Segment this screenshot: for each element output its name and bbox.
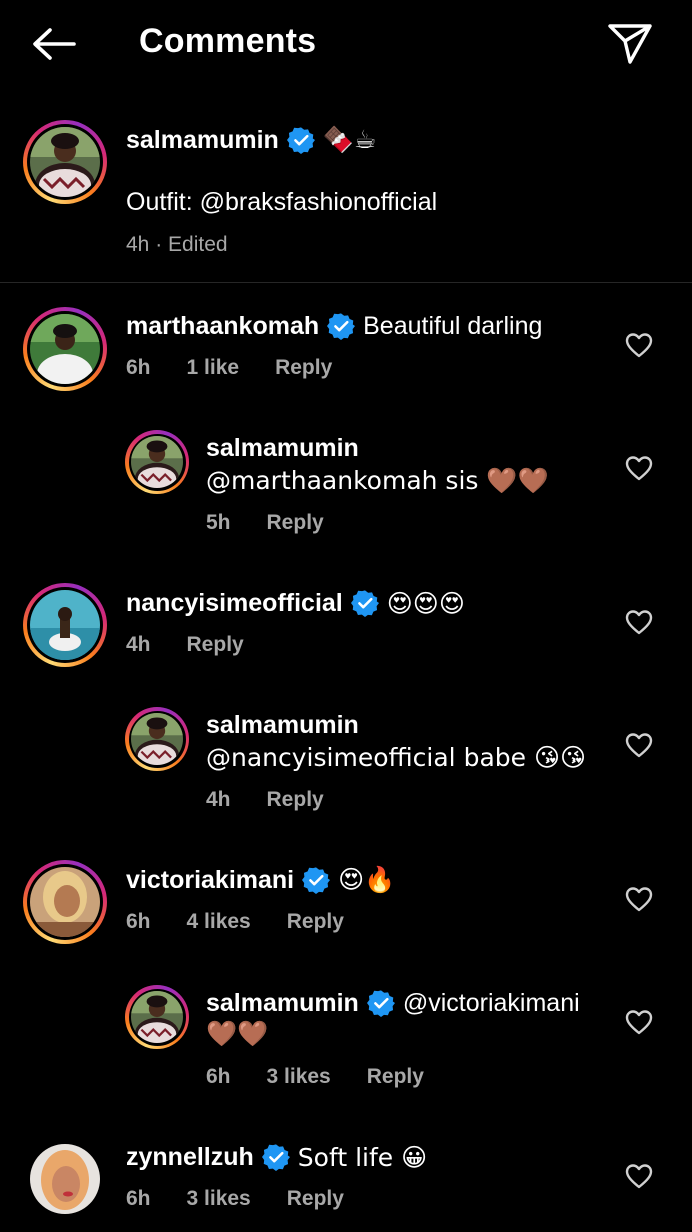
heart-outline-icon[interactable] [625,609,653,635]
likes-count[interactable]: 4 likes [187,910,251,933]
comment-text: Soft life 😀 [297,1142,428,1172]
top-bar: Comments [0,0,692,86]
verified-badge-icon [302,866,330,894]
comment-avatar[interactable] [23,583,107,667]
comment-text: 😍😍😍 [386,588,465,618]
reply-meta: 4h Reply [206,788,360,812]
comment-text: Beautiful darling [363,311,543,340]
reply-button[interactable]: Reply [367,1065,424,1088]
comment-header: victoriakimani 😍🔥 [126,864,395,896]
comment-text: 😍🔥 [338,865,396,894]
caption-meta: 4h · Edited [126,233,228,256]
reply-avatar[interactable] [125,430,189,494]
likes-count[interactable]: 1 like [187,356,240,379]
verified-badge-icon [287,126,315,154]
comment-avatar[interactable] [23,1137,107,1221]
comment-username[interactable]: victoriakimani [126,866,294,895]
back-arrow-icon[interactable] [30,26,78,62]
reply-time: 5h [206,511,231,534]
likes-count[interactable]: 3 likes [267,1065,331,1088]
comment-time: 6h [126,356,151,379]
comment-username[interactable]: marthaankomah [126,312,319,341]
reply-button[interactable]: Reply [275,356,332,379]
comment-time: 4h [126,633,151,656]
likes-count[interactable]: 3 likes [187,1187,251,1210]
page-title: Comments [139,22,317,60]
reply-avatar[interactable] [125,985,189,1049]
comment-avatar[interactable] [23,307,107,391]
caption-text: Outfit: @braksfashionofficial [126,188,438,216]
reply-time: 4h [206,788,231,811]
heart-outline-icon[interactable] [625,1163,653,1189]
heart-outline-icon[interactable] [625,455,653,481]
reply-text: @victoriakimani [402,988,580,1017]
caption-avatar[interactable] [23,120,107,204]
comment-avatar[interactable] [23,860,107,944]
heart-outline-icon[interactable] [625,1009,653,1035]
heart-outline-icon[interactable] [625,332,653,358]
verified-badge-icon [367,989,395,1017]
send-icon[interactable] [606,22,654,66]
reply-username[interactable]: salmamumin [206,711,359,740]
reply-text: @marthaankomah sis 🤎🤎 [206,466,549,495]
reply-text: @nancyisimeofficial babe 😘😘 [206,743,587,772]
reply-avatar[interactable] [125,707,189,771]
comment-time: 6h [126,1187,151,1210]
reply-button[interactable]: Reply [267,511,324,534]
comment-username[interactable]: nancyisimeofficial [126,589,343,618]
comment-meta: 6h 3 likes Reply [126,1187,380,1211]
comment-meta: 6h 1 like Reply [126,356,368,380]
comment-time: 6h [126,910,151,933]
reply-meta: 5h Reply [206,511,360,535]
reply-username[interactable]: salmamumin [206,989,359,1018]
reply-button[interactable]: Reply [267,788,324,811]
reply-button[interactable]: Reply [187,633,244,656]
comment-header: nancyisimeofficial 😍😍😍 [126,587,465,619]
divider [0,282,692,283]
heart-outline-icon[interactable] [625,886,653,912]
reply-button[interactable]: Reply [287,1187,344,1210]
caption-header: salmamumin 🍫☕ [126,124,376,156]
reply-meta: 6h 3 likes Reply [206,1065,460,1089]
caption-username[interactable]: salmamumin [126,126,279,155]
comment-header: zynnellzuh Soft life 😀 [126,1141,427,1173]
comment-header: marthaankomah Beautiful darling [126,310,542,342]
heart-outline-icon[interactable] [625,732,653,758]
caption-edited: Edited [168,233,228,256]
reply-text-continued: 🤎🤎 [206,1019,269,1048]
comment-meta: 6h 4 likes Reply [126,910,380,934]
verified-badge-icon [327,312,355,340]
verified-badge-icon [262,1143,290,1171]
caption-emojis: 🍫☕ [322,125,377,154]
comment-username[interactable]: zynnellzuh [126,1143,254,1172]
reply-username[interactable]: salmamumin [206,434,359,463]
comment-meta: 4h Reply [126,633,280,657]
reply-header: salmamumin @victoriakimani [206,987,580,1019]
verified-badge-icon [351,589,379,617]
reply-time: 6h [206,1065,231,1088]
reply-button[interactable]: Reply [287,910,344,933]
caption-time: 4h [126,233,150,256]
